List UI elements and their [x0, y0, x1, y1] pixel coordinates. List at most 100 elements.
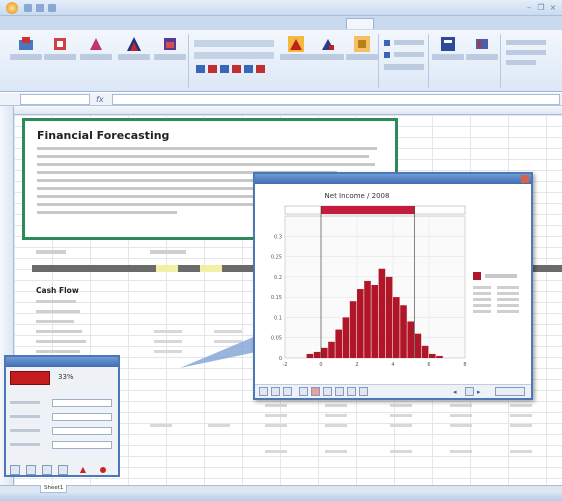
histogram-bar: [335, 329, 342, 358]
scatter-icon[interactable]: [335, 387, 344, 396]
swap-functions-button[interactable]: [432, 36, 464, 66]
tab-review[interactable]: [212, 18, 238, 29]
histogram-bar: [321, 347, 328, 358]
input-field[interactable]: [52, 427, 112, 435]
ribbon-separator: [378, 34, 379, 88]
correlation-icon: [90, 38, 102, 50]
prev-icon[interactable]: ◂: [453, 388, 461, 396]
ribbon-button-5[interactable]: [154, 36, 186, 66]
close-icon[interactable]: ×: [548, 3, 558, 12]
utilities-item[interactable]: [506, 50, 546, 55]
stats-icon[interactable]: [271, 387, 280, 396]
next-icon[interactable]: ▸: [477, 388, 485, 396]
input-field[interactable]: [52, 413, 112, 421]
input-field[interactable]: [52, 399, 112, 407]
x-tick-label: -2: [283, 362, 288, 368]
histogram-bar: [306, 353, 314, 358]
tab-view[interactable]: [240, 18, 262, 29]
output-icon: [54, 38, 66, 50]
histogram-bar: [414, 333, 422, 358]
options-icon[interactable]: [359, 387, 368, 396]
stats-icon[interactable]: [42, 465, 52, 475]
distribution-thumbnail[interactable]: [10, 371, 50, 385]
status-dot-icon: [100, 467, 106, 473]
y-tick-label: 0.2: [274, 275, 282, 281]
name-box[interactable]: [20, 94, 90, 105]
tab-data[interactable]: [186, 18, 206, 29]
ribbon-button-label: [44, 54, 76, 60]
ribbon-button-label: [466, 54, 498, 60]
restore-icon[interactable]: ❐: [536, 3, 546, 12]
close-button[interactable]: [495, 387, 525, 396]
library-button[interactable]: [466, 36, 498, 66]
simulation-results-window[interactable]: Net Income / 2008 0 0.05 0.1 0.15 0.2 0.25 0.3…: [253, 172, 533, 400]
graph-icon[interactable]: [26, 465, 36, 475]
results-window-titlebar[interactable]: [255, 174, 531, 184]
run-buttons[interactable]: [196, 64, 276, 74]
ribbon-button-4[interactable]: [118, 36, 150, 66]
tab-formulas[interactable]: [140, 18, 168, 29]
formula-bar: fx: [0, 93, 562, 106]
window-menu-icon[interactable]: [465, 387, 474, 396]
histogram-bar: [349, 301, 357, 358]
tab-page-layout[interactable]: [100, 18, 136, 29]
tab-home[interactable]: [40, 18, 66, 29]
plot-area: 00.050.10.150.20.250.3-2 0 2 4 6 8: [271, 205, 467, 368]
simulations-field[interactable]: [194, 52, 274, 59]
ribbon-separator: [500, 34, 501, 88]
error-icon[interactable]: ▲: [78, 465, 88, 475]
sheet-tab-1[interactable]: Sheet1: [40, 485, 68, 493]
y-tick-label: 0.3: [274, 234, 282, 240]
stat-label: [473, 298, 491, 301]
summary-icon[interactable]: [347, 387, 356, 396]
tab-addin[interactable]: [346, 18, 374, 29]
copy-icon[interactable]: [283, 387, 292, 396]
formula-input[interactable]: [112, 94, 560, 105]
input-window-titlebar[interactable]: [6, 357, 118, 367]
save-icon[interactable]: [24, 4, 32, 12]
help-item[interactable]: [506, 40, 546, 45]
histogram-bar: [342, 317, 350, 358]
report-options[interactable]: [384, 64, 424, 70]
ribbon-button-label: [10, 54, 42, 60]
histogram-bar: [393, 297, 400, 358]
summary-button[interactable]: [346, 36, 378, 66]
window-title-bar: – ❐ ×: [0, 0, 562, 16]
ribbon-button-1[interactable]: [10, 36, 42, 66]
input-window[interactable]: 33% ▲: [4, 355, 120, 477]
define-filters-icon[interactable]: [384, 52, 390, 58]
tab-insert[interactable]: [70, 18, 96, 29]
stat-label: [473, 292, 491, 295]
tab-developer[interactable]: [274, 18, 306, 29]
ribbon-button-2[interactable]: [44, 36, 76, 66]
overlay-icon[interactable]: [311, 387, 320, 396]
browse-results-button[interactable]: [312, 36, 344, 66]
summary-icon: [354, 36, 370, 52]
excel-reports-label: [394, 40, 424, 45]
dlg-label-placeholder: [10, 443, 40, 446]
redo-icon[interactable]: [48, 4, 56, 12]
ribbon-button-label: [118, 54, 150, 60]
input-field[interactable]: [52, 441, 112, 449]
excel-reports-icon[interactable]: [384, 40, 390, 46]
stat-label: [473, 286, 491, 289]
chart-title: Net Income / 2008: [325, 192, 390, 200]
column-headers[interactable]: [14, 106, 562, 115]
ribbon-button-3[interactable]: [80, 36, 112, 66]
minimize-icon[interactable]: –: [524, 3, 534, 12]
undo-icon[interactable]: [36, 4, 44, 12]
define-filters-label: [394, 52, 424, 57]
graph-type-icon[interactable]: [259, 387, 268, 396]
zoom-icon[interactable]: [299, 387, 308, 396]
edit-icon[interactable]: [10, 465, 20, 475]
list-icon[interactable]: [58, 465, 68, 475]
fx-icon[interactable]: fx: [96, 94, 108, 105]
x-tick-label: 8: [463, 362, 466, 368]
close-icon[interactable]: [521, 175, 529, 183]
office-button-icon[interactable]: [6, 2, 18, 14]
tornado-icon[interactable]: [323, 387, 332, 396]
start-simulation-button[interactable]: [280, 36, 312, 66]
iterations-field[interactable]: [194, 40, 274, 47]
stat-value: [497, 292, 519, 295]
about-item[interactable]: [506, 60, 536, 65]
